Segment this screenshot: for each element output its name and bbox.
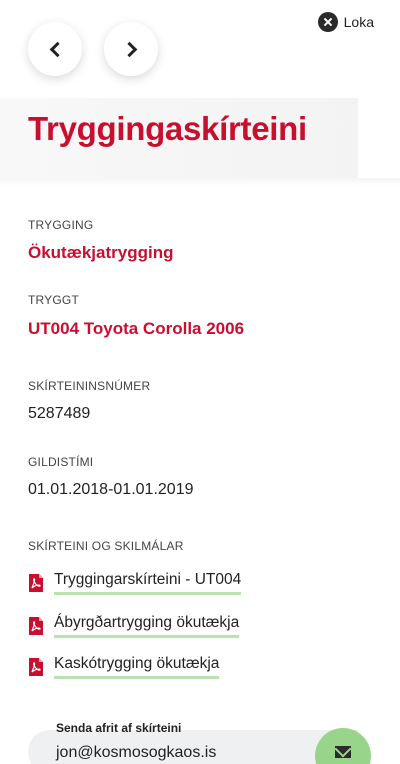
document-link-label: Tryggingarskírteini - UT004 [54, 571, 242, 595]
chevron-left-icon [49, 41, 65, 57]
previous-button[interactable] [28, 22, 82, 76]
next-button[interactable] [104, 22, 158, 76]
top-bar: Loka [0, 0, 400, 100]
insured-object-label: TRYGGT [28, 293, 79, 307]
page-title: Tryggingaskírteini [28, 110, 307, 147]
validity-value: 01.01.2018-01.01.2019 [28, 481, 194, 498]
validity-label: GILDISTÍMI [28, 455, 94, 469]
document-link-label: Kaskótrygging ökutækja [54, 655, 220, 679]
insurance-type-value: Ökutækjatrygging [28, 243, 174, 262]
send-copy-label: Senda afrit af skírteini [56, 721, 182, 735]
close-button[interactable]: Loka [317, 12, 374, 32]
document-link-comprehensive[interactable]: Kaskótrygging ökutækja [28, 655, 220, 679]
insurance-type-label: TRYGGING [28, 218, 94, 232]
documents-section-label: SKÍRTEINI OG SKILMÁLAR [28, 539, 184, 553]
pdf-icon [28, 658, 44, 676]
certificate-number-label: SKÍRTEININSNÚMER [28, 379, 151, 393]
certificate-number-value: 5287489 [28, 405, 91, 422]
pdf-icon [28, 617, 44, 635]
document-link-certificate[interactable]: Tryggingarskírteini - UT004 [28, 571, 242, 595]
chevron-right-icon [121, 41, 137, 57]
pdf-icon [28, 574, 44, 592]
close-label: Loka [343, 14, 374, 30]
title-divider [0, 178, 400, 186]
insured-object-value: UT004 Toyota Corolla 2006 [28, 319, 245, 338]
email-value[interactable]: jon@kosmosogkaos.is [56, 744, 216, 762]
mail-icon [335, 746, 351, 758]
document-link-liability[interactable]: Ábyrgðartrygging ökutækja [28, 614, 240, 638]
document-link-label: Ábyrgðartrygging ökutækja [54, 614, 240, 638]
close-icon [317, 12, 338, 32]
